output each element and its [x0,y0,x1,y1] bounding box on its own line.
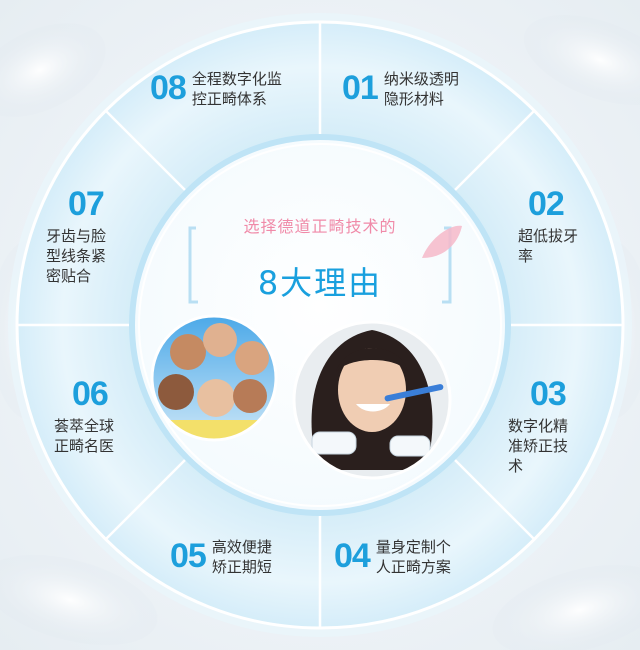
reason-08: 08 全程数字化监 控正畸体系 [150,70,282,109]
reason-03: 03 数字化精 准矫正技 术 [508,376,568,476]
reason-number: 04 [334,537,371,575]
reason-text: 纳米级透明 隐形材料 [383,70,459,108]
headline-title: 8大理由 [257,264,383,302]
reason-number: 06 [72,375,109,413]
reason-text: 牙齿与脸 型线条紧 密贴合 [46,227,107,285]
reason-number: 03 [530,375,567,413]
reason-07: 07 牙齿与脸 型线条紧 密贴合 [46,186,106,286]
reason-number: 01 [342,69,379,107]
reason-number: 02 [528,185,565,223]
reason-number: 05 [170,537,207,575]
headline-subtitle: 选择德道正畸技术的 [243,217,397,236]
reason-text: 数字化精 准矫正技 术 [508,417,569,475]
reason-text: 超低拔牙 率 [518,227,579,265]
reason-02: 02 超低拔牙 率 [518,186,578,266]
reason-06: 06 荟萃全球 正畸名医 [54,376,114,456]
reason-01: 01 纳米级透明 隐形材料 [342,70,459,109]
reasons-wheel [8,13,632,637]
reason-number: 07 [68,185,105,223]
reason-text: 量身定制个 人正畸方案 [375,538,451,576]
reason-text: 荟萃全球 正畸名医 [54,417,115,455]
reason-05: 05 高效便捷 矫正期短 [170,538,272,577]
reason-text: 高效便捷 矫正期短 [211,538,272,576]
reason-number: 08 [150,69,187,107]
reason-04: 04 量身定制个 人正畸方案 [334,538,451,577]
reason-text: 全程数字化监 控正畸体系 [191,70,282,108]
